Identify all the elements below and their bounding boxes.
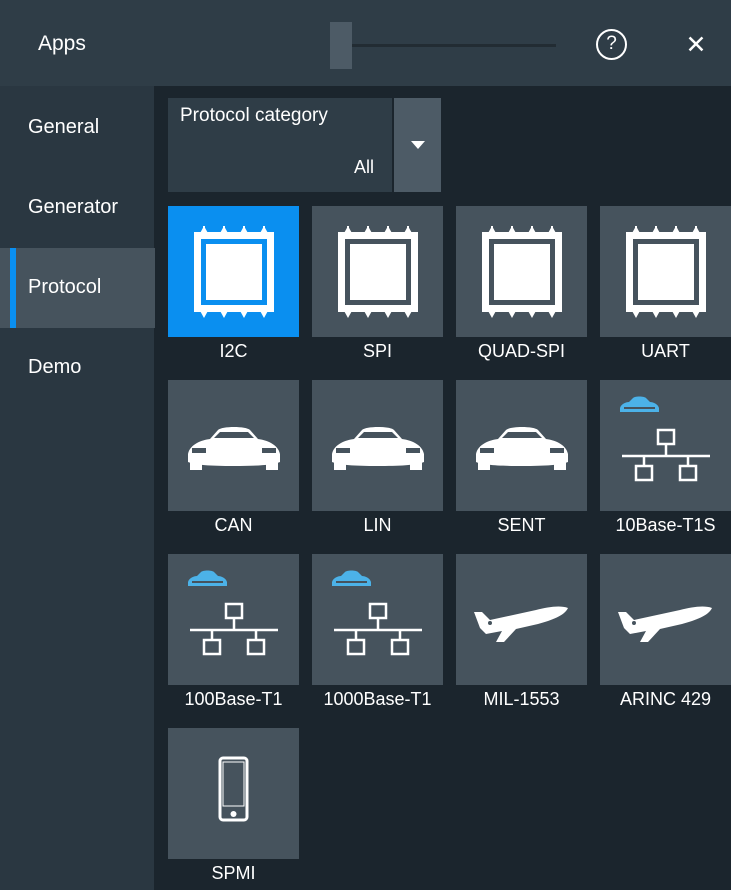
app-tile-label: ARINC 429	[619, 689, 712, 709]
sidebar-item-generator[interactable]: Generator	[0, 168, 155, 248]
app-tile-label: SENT	[497, 515, 546, 535]
app-tile-100base-t1[interactable]	[168, 554, 299, 685]
app-tile-uart[interactable]	[600, 206, 731, 337]
close-button[interactable]: ✕	[684, 31, 708, 59]
window-title: Apps	[38, 32, 86, 55]
protocol-category-value: All	[353, 157, 374, 177]
app-tile-label: SPMI	[211, 863, 256, 883]
app-tile-spmi[interactable]	[168, 728, 299, 859]
app-tile-quad-spi[interactable]	[456, 206, 587, 337]
app-tile-label: UART	[641, 341, 690, 361]
sidebar-item-label: General	[28, 116, 100, 138]
sidebar-item-protocol[interactable]: Protocol	[0, 248, 155, 328]
protocol-category-label: Protocol category	[180, 105, 328, 126]
help-button[interactable]: ?	[596, 29, 627, 60]
dropdown-arrow-button[interactable]	[394, 98, 441, 192]
sidebar-item-demo[interactable]: Demo	[0, 328, 155, 408]
app-tile-label: CAN	[214, 515, 253, 535]
app-tile-mil-1553[interactable]	[456, 554, 587, 685]
app-tile-arinc-429[interactable]	[600, 554, 731, 685]
app-tile-label: 10Base-T1S	[615, 515, 716, 535]
app-tile-label: LIN	[363, 515, 392, 535]
category-sidebar: General Generator Protocol Demo	[0, 86, 155, 890]
panel-width-slider-track[interactable]	[352, 44, 556, 47]
app-tile-label: 1000Base-T1	[323, 689, 432, 709]
app-tile-label: MIL-1553	[483, 689, 560, 709]
app-tile-10base-t1s[interactable]	[600, 380, 731, 511]
sidebar-item-label: Generator	[28, 196, 119, 218]
app-tile-label: I2C	[219, 341, 248, 361]
app-tile-label: 100Base-T1	[184, 689, 283, 709]
app-tile-spi[interactable]	[312, 206, 443, 337]
title-bar: Apps ? ✕	[0, 0, 731, 86]
app-tile-label: SPI	[362, 341, 392, 361]
app-tile-i2c[interactable]	[168, 206, 299, 337]
app-tile-label: QUAD-SPI	[477, 341, 565, 361]
app-tile-sent[interactable]	[456, 380, 587, 511]
sidebar-item-general[interactable]: General	[0, 88, 155, 168]
sidebar-item-label: Protocol	[28, 276, 102, 298]
panel-width-slider-handle[interactable]	[330, 22, 352, 69]
app-tile-lin[interactable]	[312, 380, 443, 511]
app-tile-1000base-t1[interactable]	[312, 554, 443, 685]
app-tile-can[interactable]	[168, 380, 299, 511]
sidebar-item-label: Demo	[28, 356, 82, 378]
protocol-category-dropdown[interactable]: Protocol category All	[168, 98, 392, 192]
